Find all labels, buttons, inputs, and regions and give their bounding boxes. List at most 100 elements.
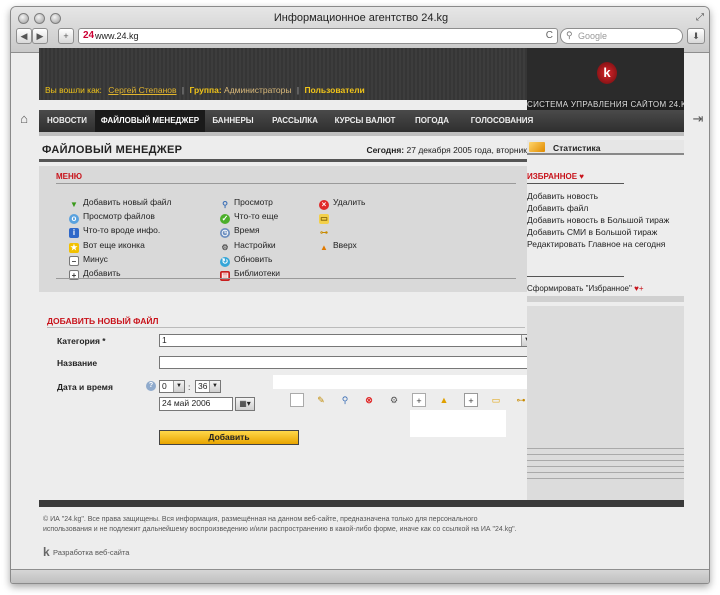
menu-item-label: Что-то еще	[234, 211, 279, 221]
blank-area	[410, 410, 506, 437]
chevron-down-icon[interactable]: ▼	[173, 381, 184, 392]
browser-statusbar	[11, 569, 709, 583]
menu-item-tree[interactable]: ⊶	[319, 225, 333, 238]
menu-item-up[interactable]: ▲ Вверх	[319, 240, 357, 253]
fav-link-add-file[interactable]: Добавить файл	[527, 203, 588, 213]
name-field[interactable]	[159, 356, 533, 369]
developer-link[interactable]: Разработка веб-сайта	[53, 548, 129, 557]
menu-item-libraries[interactable]: ▤ Библиотеки	[220, 268, 280, 281]
plus-icon[interactable]: +	[464, 393, 478, 407]
window-title: Информационное агентство 24.kg	[273, 12, 449, 24]
site-favicon-icon: 24	[83, 30, 95, 41]
fav-link-add-media-big[interactable]: Добавить СМИ в Большой тираж	[527, 227, 657, 237]
search-icon: ⚲	[566, 30, 573, 40]
edit-icon[interactable]: ✎	[314, 393, 328, 407]
menu-item-refresh[interactable]: ↻ Обновить	[220, 254, 273, 267]
gear-icon: ⚙	[221, 243, 229, 252]
menu-bottom-divider	[56, 278, 516, 279]
menu-item-label: Добавить новый файл	[83, 197, 172, 207]
search-placeholder[interactable]: Google	[578, 31, 607, 41]
menu-item-something-else[interactable]: ✓ Что-то еще	[220, 211, 278, 224]
menu-item-settings[interactable]: ⚙ Настройки	[220, 240, 276, 253]
check-icon: ✓	[220, 214, 230, 224]
tree-icon: ⊶	[320, 228, 328, 237]
developer-logo-icon[interactable]: k	[43, 545, 50, 559]
menu-item-another-icon[interactable]: ★ Вот еще иконка	[69, 240, 145, 253]
minute-value: 36	[198, 381, 208, 391]
chevron-down-icon[interactable]: ▼	[209, 381, 220, 392]
hour-select[interactable]: 0 ▼	[159, 380, 185, 393]
fav-link-add-news-big[interactable]: Добавить новость в Большой тираж	[527, 215, 669, 225]
main-nav: НОВОСТИ ФАЙЛОВЫЙ МЕНЕДЖЕР БАННЕРЫ РАССЫЛ…	[39, 110, 684, 132]
nav-item-weather[interactable]: ПОГОДА	[401, 110, 463, 132]
date-field[interactable]: 24 май 2006	[159, 397, 233, 411]
nav-item-file-manager[interactable]: ФАЙЛОВЫЙ МЕНЕДЖЕР	[95, 110, 205, 132]
make-favorites-link[interactable]: Сформировать "Избранное" ♥+	[527, 284, 644, 293]
minute-select[interactable]: 36 ▼	[195, 380, 221, 393]
folder-up-icon[interactable]: ▲	[437, 393, 451, 407]
star-icon: ★	[69, 243, 79, 253]
user-name-link[interactable]: Сергей Степанов	[108, 85, 176, 95]
main-content: ФАЙЛОВЫЙ МЕНЕДЖЕР Сегодня: 27 декабря 20…	[39, 136, 533, 500]
menu-item-minus[interactable]: – Минус	[69, 254, 108, 266]
footer-bar	[39, 500, 684, 507]
nav-item-currency[interactable]: КУРСЫ ВАЛЮТ	[329, 110, 401, 132]
back-button[interactable]: ◀	[16, 28, 32, 44]
stats-link[interactable]: Статистика	[527, 140, 684, 155]
menu-item-label: Просмотр файлов	[83, 211, 155, 221]
submit-button[interactable]: Добавить	[159, 430, 299, 445]
menu-item-label: Время	[234, 225, 260, 235]
home-icon[interactable]: ⌂	[11, 111, 37, 131]
editor-toolbar-strip	[273, 375, 533, 389]
favorites-bottom-divider	[527, 276, 624, 277]
category-value: 1	[162, 335, 167, 345]
group-label: Группа:	[189, 85, 222, 95]
nav-item-banners[interactable]: БАННЕРЫ	[205, 110, 261, 132]
favorites-divider	[527, 183, 624, 184]
add-folder-icon[interactable]: ▭	[489, 393, 503, 407]
menu-item-add-file[interactable]: ▼ Добавить новый файл	[69, 197, 172, 210]
logout-icon[interactable]: ⇥	[687, 111, 709, 131]
delete-icon[interactable]: ⊗	[362, 393, 376, 407]
menu-item-label: Вот еще иконка	[83, 240, 145, 250]
users-link[interactable]: Пользователи	[304, 85, 364, 95]
form-heading: ДОБАВИТЬ НОВЫЙ ФАЙЛ	[47, 316, 159, 326]
add-file-icon[interactable]: +	[412, 393, 426, 407]
search-field[interactable]: ⚲ Google	[560, 28, 683, 44]
url-bar[interactable]: 24 www.24.kg C	[78, 28, 558, 44]
add-bookmark-button[interactable]: +	[58, 28, 74, 44]
nav-item-mailing[interactable]: РАССЫЛКА	[261, 110, 329, 132]
menu-item-delete[interactable]: × Удалить	[319, 197, 365, 210]
sidebar-panel	[527, 306, 684, 500]
help-icon[interactable]: ?	[146, 381, 156, 391]
menu-item-view[interactable]: ⚲ Просмотр	[220, 197, 273, 210]
minus-icon: –	[69, 256, 79, 266]
gear-icon[interactable]: ⚙	[387, 393, 401, 407]
folder-icon: ▭	[319, 214, 329, 224]
menu-item-label: Настройки	[234, 240, 276, 250]
fav-link-add-news[interactable]: Добавить новость	[527, 191, 598, 201]
menu-heading: МЕНЮ	[56, 172, 83, 181]
site-logo-icon[interactable]: k	[597, 62, 617, 84]
tree-icon[interactable]: ⊶	[514, 393, 528, 407]
url-text[interactable]: www.24.kg	[95, 31, 139, 41]
reload-icon[interactable]: C	[546, 30, 553, 41]
nav-item-polls[interactable]: ГОЛОСОВАНИЯ	[463, 110, 541, 132]
downloads-button[interactable]: ⬇	[687, 28, 705, 44]
menu-item-info[interactable]: i Что-то вроде инфо.	[69, 225, 160, 238]
menu-item-time[interactable]: ◷ Время	[220, 225, 260, 238]
menu-item-folder[interactable]: ▭	[319, 211, 333, 224]
fav-link-edit-main[interactable]: Редактировать Главное на сегодня	[527, 239, 665, 249]
document-icon[interactable]	[290, 393, 304, 407]
nav-item-news[interactable]: НОВОСТИ	[39, 110, 95, 132]
fullscreen-icon[interactable]: ⤢	[696, 12, 704, 23]
info-icon: i	[69, 228, 79, 238]
right-sidebar: Статистика ИЗБРАННОЕ ♥ Добавить новость …	[527, 136, 684, 500]
calendar-icon[interactable]: ▦▾	[235, 397, 255, 411]
sidebar-divider	[527, 296, 684, 302]
category-select[interactable]: 1 ▼	[159, 334, 533, 347]
menu-item-view-files[interactable]: o Просмотр файлов	[69, 211, 155, 224]
hour-value: 0	[162, 381, 167, 391]
forward-button[interactable]: ▶	[32, 28, 48, 44]
magnifier-icon[interactable]: ⚲	[338, 393, 352, 407]
